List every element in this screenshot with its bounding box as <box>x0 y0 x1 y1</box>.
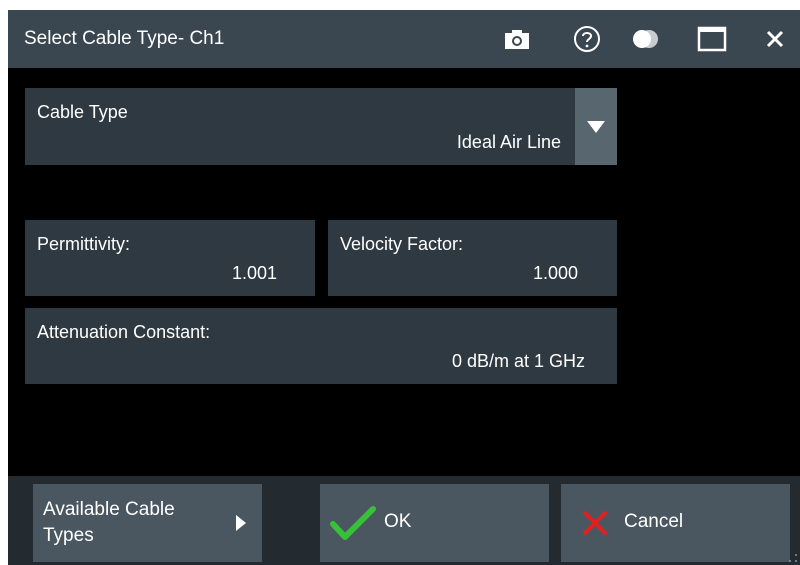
ok-label: OK <box>384 511 412 532</box>
velocity-factor-field[interactable]: Velocity Factor: 1.000 <box>328 220 617 296</box>
cancel-button[interactable]: Cancel <box>561 484 790 562</box>
bottom-button-bar: Available Cable Types OK Cancel <box>8 476 800 565</box>
velocity-factor-label: Velocity Factor: <box>340 234 464 254</box>
resize-grip-icon[interactable] <box>788 553 798 563</box>
cable-type-value: Ideal Air Line <box>456 132 561 152</box>
chevron-right-icon <box>236 515 246 531</box>
velocity-factor-value: 1.000 <box>532 263 578 283</box>
permittivity-field[interactable]: Permittivity: 1.001 <box>25 220 315 296</box>
title-bar: Select Cable Type- Ch1 <box>8 10 800 68</box>
select-cable-type-dialog: Select Cable Type- Ch1 Cable Type Ideal … <box>8 10 800 565</box>
dialog-title: Select Cable Type- Ch1 <box>24 28 225 49</box>
checkmark-icon <box>330 506 376 540</box>
help-icon[interactable] <box>572 24 602 54</box>
maximize-icon[interactable] <box>697 24 727 54</box>
cancel-x-icon <box>583 511 607 535</box>
permittivity-label: Permittivity: <box>37 234 131 254</box>
ok-button[interactable]: OK <box>320 484 549 562</box>
available-cable-types-label: Available Cable Types <box>43 497 175 549</box>
available-cable-types-label-line2: Types <box>43 525 94 546</box>
attenuation-constant-label: Attenuation Constant: <box>37 322 211 342</box>
available-cable-types-button[interactable]: Available Cable Types <box>33 484 262 562</box>
close-icon[interactable] <box>760 24 790 54</box>
dialog-content: Cable Type Ideal Air Line Permittivity: … <box>8 68 800 476</box>
permittivity-value: 1.001 <box>231 263 277 283</box>
available-cable-types-label-line1: Available Cable <box>43 499 175 520</box>
cable-type-select[interactable]: Cable Type Ideal Air Line <box>25 88 575 165</box>
transparency-icon[interactable] <box>631 24 661 54</box>
attenuation-constant-value: 0 dB/m at 1 GHz <box>451 351 585 371</box>
cable-type-label: Cable Type <box>37 102 128 122</box>
attenuation-constant-field[interactable]: Attenuation Constant: 0 dB/m at 1 GHz <box>25 308 617 384</box>
cancel-label: Cancel <box>624 511 684 532</box>
camera-icon[interactable] <box>502 24 532 54</box>
cable-type-dropdown-button[interactable] <box>575 88 617 165</box>
chevron-down-icon <box>587 120 605 133</box>
